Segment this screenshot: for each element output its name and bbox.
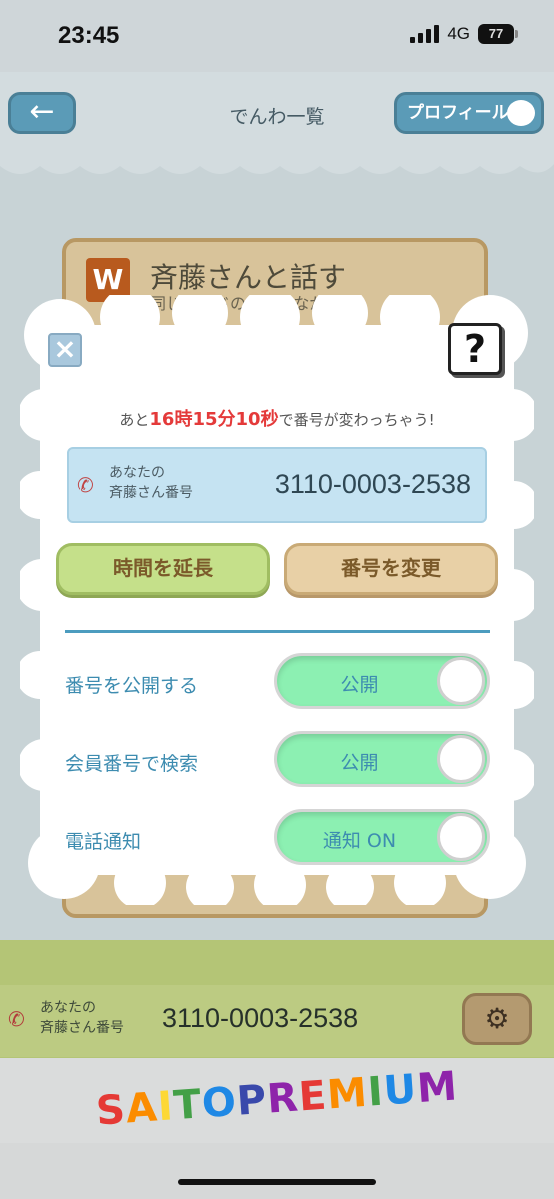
setting-row-member-search: 会員番号で検索 公開 bbox=[65, 731, 490, 789]
countdown-text: あと16時15分10秒で番号が変わっちゃう! bbox=[119, 409, 435, 430]
toggle-label: 公開 bbox=[340, 752, 379, 774]
gear-icon: ⚙ bbox=[484, 1002, 510, 1035]
my-number-value: 3110-0003-2538 bbox=[274, 469, 471, 499]
settings-button[interactable]: ⚙ bbox=[462, 993, 532, 1045]
brand-letter: U bbox=[382, 1066, 419, 1115]
member-search-toggle[interactable]: 公開 bbox=[274, 731, 490, 787]
footer-number-label: あなたの 斉藤さん番号 bbox=[40, 1000, 124, 1036]
status-indicators: 4G 77 bbox=[410, 24, 518, 44]
status-bar: 23:45 4G 77 bbox=[0, 0, 554, 72]
extend-time-button[interactable]: 時間を延長 bbox=[56, 543, 270, 595]
setting-row-call-notification: 電話通知 通知 ON bbox=[65, 809, 490, 867]
status-time: 23:45 bbox=[58, 22, 120, 49]
battery-icon: 77 bbox=[478, 24, 518, 44]
help-button[interactable]: ? bbox=[448, 323, 502, 375]
signal-icon bbox=[410, 25, 440, 43]
toggle-label: 通知 ON bbox=[322, 830, 397, 852]
footer-number: 3110-0003-2538 bbox=[162, 1003, 359, 1033]
brand-banner[interactable]: SAITOPREMIUM bbox=[0, 1058, 554, 1143]
divider bbox=[65, 630, 490, 633]
brand-letter: M bbox=[415, 1063, 460, 1113]
setting-label: 電話通知 bbox=[65, 831, 142, 853]
setting-label: 会員番号で検索 bbox=[65, 753, 199, 775]
phone-icon: ✆ bbox=[8, 1007, 25, 1031]
setting-row-publish-number: 番号を公開する 公開 bbox=[65, 653, 490, 711]
toggle-knob bbox=[437, 813, 485, 861]
brand-letter: R bbox=[265, 1074, 301, 1123]
brand-letter: O bbox=[200, 1078, 239, 1128]
my-number-box: ✆ あなたの 斉藤さん番号 3110-0003-2538 bbox=[67, 447, 487, 523]
profile-label: プロフィール bbox=[407, 103, 509, 123]
toggle-knob bbox=[437, 735, 485, 783]
profile-button[interactable]: プロフィール bbox=[394, 92, 544, 134]
brand-letter: T bbox=[172, 1081, 204, 1130]
change-number-button[interactable]: 番号を変更 bbox=[284, 543, 498, 595]
my-number-label: あなたの 斉藤さん番号 bbox=[109, 465, 193, 501]
brand-letter: P bbox=[235, 1076, 269, 1125]
number-settings-modal: × ? あと16時15分10秒で番号が変わっちゃう! ✆ あなたの 斉藤さん番号… bbox=[20, 295, 534, 905]
bottom-bar bbox=[0, 1143, 554, 1199]
close-button[interactable]: × bbox=[48, 333, 82, 367]
top-bar: ← でんわ一覧 プロフィール bbox=[0, 72, 554, 158]
cloud-divider bbox=[0, 150, 554, 174]
brand-letter: S bbox=[94, 1086, 128, 1135]
setting-label: 番号を公開する bbox=[65, 675, 199, 697]
brand-letter: A bbox=[124, 1084, 160, 1133]
cat-icon bbox=[507, 100, 535, 126]
brand-letter: M bbox=[325, 1069, 370, 1119]
phone-icon: ✆ bbox=[77, 473, 94, 497]
call-notification-toggle[interactable]: 通知 ON bbox=[274, 809, 490, 865]
brand-logo: SAITOPREMIUM bbox=[0, 1057, 554, 1142]
help-icon: ? bbox=[463, 327, 487, 371]
close-icon: × bbox=[53, 332, 77, 365]
home-indicator bbox=[178, 1179, 376, 1185]
toggle-knob bbox=[437, 657, 485, 705]
network-type: 4G bbox=[447, 24, 470, 43]
brand-letter: E bbox=[297, 1072, 329, 1121]
footer-number-bar: ✆ あなたの 斉藤さん番号 3110-0003-2538 ⚙ bbox=[0, 985, 554, 1057]
toggle-label: 公開 bbox=[340, 674, 379, 696]
publish-number-toggle[interactable]: 公開 bbox=[274, 653, 490, 709]
